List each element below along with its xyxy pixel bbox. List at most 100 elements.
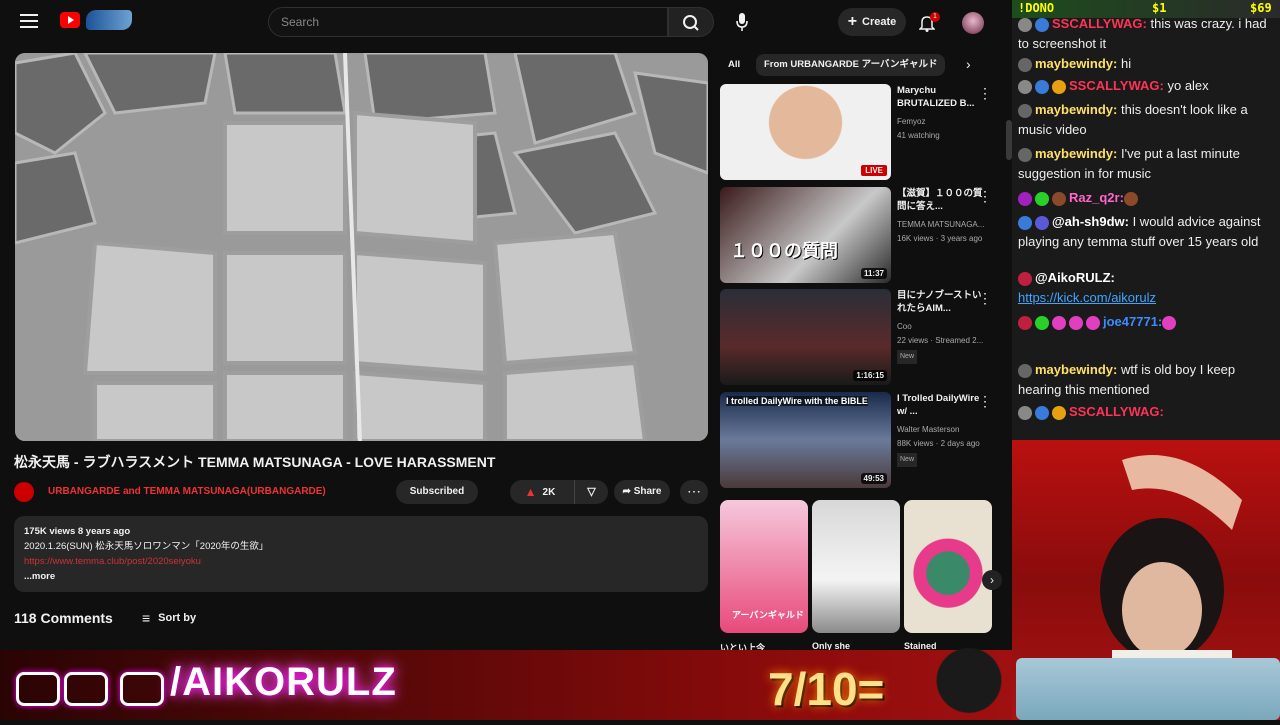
duration: 11:37 <box>860 268 887 279</box>
twitter-icon <box>16 672 60 706</box>
badge-icon <box>1052 79 1066 94</box>
dono-total: $69 <box>1250 1 1272 15</box>
chip-all[interactable]: All <box>720 54 749 76</box>
description-line: 2020.1.26(SUN) 松永天馬ソロワンマン「2020年の生欲」 <box>24 541 269 552</box>
rec-thumbnail[interactable]: I trolled DailyWire with the BIBLE 49:53 <box>720 392 891 488</box>
more-vert-icon[interactable]: ⋮ <box>978 291 992 305</box>
user-icon <box>1018 103 1032 118</box>
sort-icon: ≡ <box>142 610 151 626</box>
short-thumb-text: アーバンギャルド <box>732 610 804 620</box>
short-1[interactable]: アーバンギャルド <box>720 500 808 633</box>
mic-icon[interactable] <box>732 10 752 34</box>
rec-video-4[interactable]: I trolled DailyWire with the BIBLE 49:53… <box>720 392 1000 488</box>
user-icon <box>1018 147 1032 162</box>
chat-message: SSCALLYWAG: this was crazy. i had to scr… <box>1018 14 1280 54</box>
search-button[interactable] <box>668 7 714 37</box>
new-badge: New <box>897 453 918 467</box>
badge-icon <box>1018 315 1032 330</box>
rec-video-1[interactable]: LIVE Marychu BRUTALIZED B... Femyoz 41 wa… <box>720 84 1000 180</box>
rec-thumbnail[interactable]: 1:16:15 <box>720 289 891 385</box>
thumb-text: １００の質問 <box>730 241 838 261</box>
rec-title: 【滋賀】１００の質問に答え... <box>897 188 983 212</box>
badge-icon <box>1035 405 1049 420</box>
badge-icon <box>1035 315 1049 330</box>
chat-message: maybewindy: this doesn't look like a mus… <box>1018 100 1280 140</box>
emote-icon <box>1052 315 1066 330</box>
share-button[interactable]: ➦ Share <box>614 480 670 504</box>
more-horiz-icon: ⋯ <box>687 483 701 499</box>
doodle-logo[interactable] <box>86 10 132 30</box>
description-box[interactable]: 175K views 8 years ago 2020.1.26(SUN) 松永… <box>14 516 708 592</box>
chat-user: SSCALLYWAG: <box>1052 16 1147 31</box>
video-player[interactable] <box>15 53 708 441</box>
search-icon <box>683 15 699 31</box>
chat-text: yo alex <box>1163 78 1209 93</box>
show-more-link[interactable]: ...more <box>24 569 698 584</box>
badge-icon <box>1035 17 1049 32</box>
sort-label: Sort by <box>158 612 197 624</box>
shorts-shelf: アーバンギャルド <box>720 500 1000 635</box>
subscribed-button[interactable]: Subscribed <box>396 480 478 504</box>
rec-title: 目にナノブーストいれたらAIM... <box>897 290 982 314</box>
rec-meta: 目にナノブーストいれたらAIM... Coo 22 views · Streame… <box>897 289 985 364</box>
more-vert-icon[interactable]: ⋮ <box>978 394 992 408</box>
more-vert-icon[interactable]: ⋮ <box>978 86 992 100</box>
youtube-logo[interactable] <box>60 12 80 28</box>
chat-message: SSCALLYWAG: <box>1018 402 1280 422</box>
chat-text: hi <box>1117 56 1132 71</box>
cat-image <box>924 632 1014 720</box>
chip-from-channel[interactable]: From URBANGARDE アーバンギャルド <box>756 54 946 76</box>
search-input[interactable]: Search <box>268 7 668 37</box>
top-bar: Search + Create 1 <box>0 0 1012 44</box>
rec-thumbnail[interactable]: １００の質問 11:37 <box>720 187 891 283</box>
chat-user: SSCALLYWAG: <box>1069 78 1164 93</box>
youtube-window: Search + Create 1 松永天馬 - ラブハラスメント TEMMA … <box>0 0 1012 650</box>
menu-icon[interactable] <box>20 14 38 28</box>
duration: 49:53 <box>860 473 887 484</box>
chevron-right-icon[interactable]: › <box>966 56 971 72</box>
chat-message: maybewindy: I've put a last minute sugge… <box>1018 144 1280 184</box>
chat-message: maybewindy: hi <box>1018 54 1280 74</box>
live-badge: LIVE <box>861 165 887 176</box>
rec-video-3[interactable]: 1:16:15 目にナノブーストいれたらAIM... Coo 22 views ·… <box>720 289 1000 385</box>
badge-icon <box>1018 191 1032 206</box>
chevron-right-icon[interactable]: › <box>982 570 1002 590</box>
thumbs-down-icon: ▽ <box>587 486 596 498</box>
rec-channel: Walter Masterson <box>897 425 960 434</box>
chat-link[interactable]: https://kick.com/aikorulz <box>1018 290 1156 305</box>
dislike-button[interactable]: ▽ <box>574 480 608 504</box>
account-avatar[interactable] <box>962 12 984 34</box>
chat-user: maybewindy: <box>1035 56 1118 71</box>
tissue-box <box>1016 658 1280 720</box>
user-icon <box>1018 79 1032 94</box>
user-icon <box>1018 363 1032 378</box>
short-2[interactable] <box>812 500 900 633</box>
like-button[interactable]: ▲ 2K <box>510 480 570 504</box>
dono-label: !DONO <box>1018 1 1055 15</box>
chat-user: maybewindy: <box>1035 102 1118 117</box>
more-vert-icon[interactable]: ⋮ <box>978 189 992 203</box>
chat-user: joe47771: <box>1103 314 1163 329</box>
user-icon <box>1018 57 1032 72</box>
channel-avatar[interactable] <box>14 482 34 502</box>
user-icon <box>1018 271 1032 286</box>
sort-by-button[interactable]: ≡ Sort by <box>142 610 196 626</box>
description-link[interactable]: https://www.temma.club/post/2020seiyoku <box>24 554 698 569</box>
twitch-icon <box>120 672 164 706</box>
rec-stats: 16K views · 3 years ago <box>897 234 983 243</box>
rec-meta: 【滋賀】１００の質問に答え... TEMMA MATSUNAGA... 16K v… <box>897 187 985 246</box>
share-icon: ➦ <box>622 486 634 497</box>
channel-name[interactable]: URBANGARDE and TEMMA MATSUNAGA(URBANGARD… <box>48 486 326 497</box>
rec-thumbnail[interactable]: LIVE <box>720 84 891 180</box>
rec-channel: Coo <box>897 322 912 331</box>
badge-icon <box>1035 191 1049 206</box>
rec-video-2[interactable]: １００の質問 11:37 【滋賀】１００の質問に答え... TEMMA MATS… <box>720 187 1000 283</box>
chat-user: Raz_q2r: <box>1069 190 1124 205</box>
create-button[interactable]: + Create <box>838 8 906 36</box>
user-icon <box>1018 405 1032 420</box>
chat-message: maybewindy: wtf is old boy I keep hearin… <box>1018 360 1280 400</box>
notification-count: 1 <box>930 12 940 22</box>
more-actions-button[interactable]: ⋯ <box>680 480 708 504</box>
dono-amount: $1 <box>1152 1 1167 15</box>
short-3[interactable] <box>904 500 992 633</box>
